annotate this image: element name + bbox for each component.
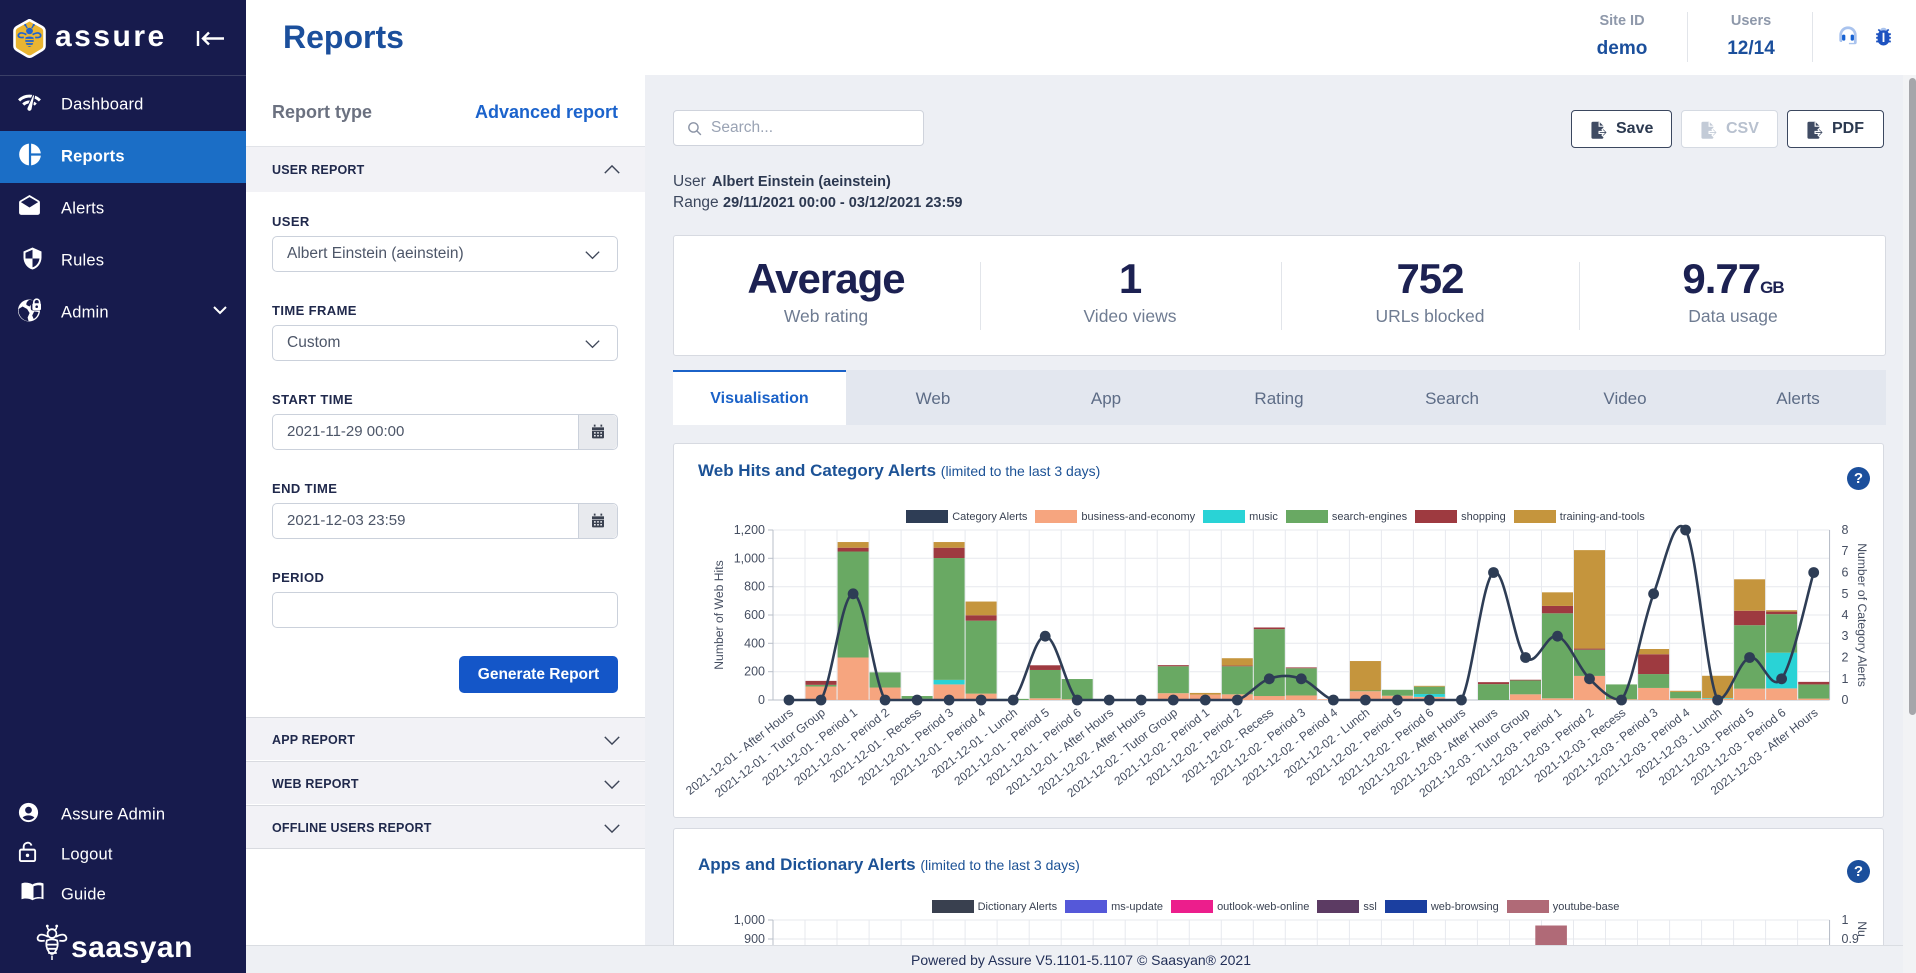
svg-text:2: 2	[1842, 651, 1849, 665]
svg-text:1,200: 1,200	[734, 523, 765, 537]
svg-text:900: 900	[744, 932, 765, 946]
svg-text:1: 1	[1842, 672, 1849, 686]
svg-text:3: 3	[1842, 629, 1849, 643]
svg-text:1,000: 1,000	[734, 913, 765, 927]
svg-text:1: 1	[1842, 913, 1849, 927]
svg-text:Number of Category Alerts: Number of Category Alerts	[1855, 543, 1869, 687]
svg-text:Number of Web Hits: Number of Web Hits	[712, 560, 726, 670]
svg-text:Nu: Nu	[1855, 921, 1869, 937]
svg-text:0: 0	[758, 693, 765, 707]
svg-text:600: 600	[744, 608, 765, 622]
svg-text:7: 7	[1842, 544, 1849, 558]
svg-text:6: 6	[1842, 566, 1849, 580]
svg-text:1,000: 1,000	[734, 551, 765, 565]
svg-text:5: 5	[1842, 587, 1849, 601]
svg-text:800: 800	[744, 580, 765, 594]
svg-text:400: 400	[744, 636, 765, 650]
svg-text:4: 4	[1842, 608, 1849, 622]
svg-text:200: 200	[744, 665, 765, 679]
svg-text:8: 8	[1842, 523, 1849, 537]
svg-text:0: 0	[1842, 693, 1849, 707]
